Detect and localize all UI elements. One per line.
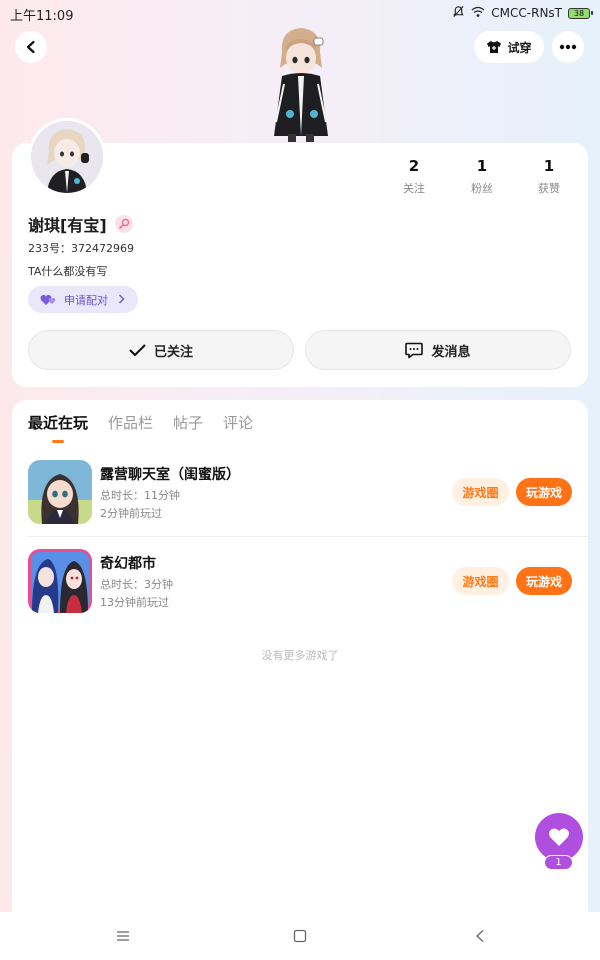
tab-recently-played[interactable]: 最近在玩 <box>28 412 88 433</box>
stat-following[interactable]: 2 关注 <box>384 157 444 196</box>
square-home-icon <box>293 929 307 943</box>
chevron-left-icon <box>26 40 35 54</box>
game-duration: 总时长：11分钟 <box>100 489 180 502</box>
more-button[interactable] <box>552 31 584 63</box>
user-bio: TA什么都没有写 <box>28 265 108 278</box>
game-last-played: 2分钟前玩过 <box>100 507 162 520</box>
stat-following-label: 关注 <box>403 182 425 195</box>
stat-likes[interactable]: 1 获赞 <box>519 157 579 196</box>
status-time: 上午11:09 <box>10 9 74 24</box>
heart-fab-button[interactable] <box>535 813 583 861</box>
chat-bubble-icon <box>405 342 424 358</box>
no-more-games-text: 没有更多游戏了 <box>261 649 339 662</box>
try-on-button[interactable]: 试穿 <box>474 31 544 63</box>
pair-request-label: 申请配对 <box>64 293 108 307</box>
chevron-right-icon <box>118 293 125 307</box>
game-last-played: 13分钟前玩过 <box>100 596 169 609</box>
system-nav-bar <box>0 912 600 960</box>
more-dots-icon <box>559 44 577 50</box>
user-avatar[interactable] <box>28 118 106 196</box>
back-nav-button[interactable] <box>470 926 490 946</box>
avatar-character-figure[interactable] <box>262 24 340 144</box>
row-divider <box>28 536 588 537</box>
stats-row: 2 关注 1 粉丝 1 获赞 <box>380 157 580 197</box>
game-icon[interactable] <box>28 549 92 613</box>
followed-button[interactable]: 已关注 <box>28 330 294 370</box>
heart-icon <box>549 828 569 846</box>
game-row[interactable]: 露营聊天室（闺蜜版） 总时长：11分钟 2分钟前玩过 游戏圈 玩游戏 <box>12 460 588 546</box>
menu-nav-button[interactable] <box>113 926 133 946</box>
stat-likes-label: 获赞 <box>538 182 560 195</box>
back-button[interactable] <box>15 31 47 63</box>
check-icon <box>129 344 146 356</box>
wifi-icon <box>471 6 485 21</box>
heart-count-badge: 1 <box>544 855 573 870</box>
female-badge-icon <box>114 215 133 233</box>
menu-icon <box>117 931 129 941</box>
pair-request-button[interactable]: 申请配对 <box>28 286 138 313</box>
tab-comments[interactable]: 评论 <box>223 412 253 433</box>
battery-icon: 38 <box>568 7 593 19</box>
triangle-back-icon <box>476 930 484 942</box>
game-duration: 总时长：3分钟 <box>100 578 173 591</box>
game-circle-button[interactable]: 游戏圈 <box>452 478 509 506</box>
status-icons: CMCC-RNsT 38 <box>452 5 593 21</box>
shirt-icon <box>487 41 502 53</box>
stat-fans-label: 粉丝 <box>471 182 493 195</box>
hearts-icon <box>40 294 56 305</box>
game-row[interactable]: 奇幻都市 总时长：3分钟 13分钟前玩过 游戏圈 玩游戏 <box>12 549 588 635</box>
game-icon[interactable] <box>28 460 92 524</box>
stat-following-value: 2 <box>408 157 420 175</box>
followed-label: 已关注 <box>153 344 193 360</box>
tab-works[interactable]: 作品栏 <box>108 412 153 433</box>
carrier-name: CMCC-RNsT <box>491 6 562 20</box>
stat-likes-value: 1 <box>543 157 555 175</box>
tab-posts[interactable]: 帖子 <box>173 412 203 433</box>
avatar-image <box>31 121 103 193</box>
mute-icon <box>452 5 465 21</box>
stat-fans[interactable]: 1 粉丝 <box>452 157 512 196</box>
try-on-label: 试穿 <box>507 40 532 55</box>
play-game-button[interactable]: 玩游戏 <box>516 567 572 595</box>
game-title: 露营聊天室（闺蜜版） <box>100 467 240 483</box>
play-game-button[interactable]: 玩游戏 <box>516 478 572 506</box>
name-row: 谢琪[有宝] <box>28 212 133 236</box>
stat-fans-value: 1 <box>476 157 488 175</box>
user-id: 233号：372472969 <box>28 242 134 255</box>
message-button[interactable]: 发消息 <box>305 330 571 370</box>
tab-indicator <box>52 440 64 443</box>
status-bar: 上午11:09 CMCC-RNsT 38 <box>0 0 600 26</box>
user-name: 谢琪[有宝] <box>28 216 107 235</box>
game-circle-button[interactable]: 游戏圈 <box>452 567 509 595</box>
profile-tabs: 最近在玩 作品栏 帖子 评论 <box>28 412 253 433</box>
game-title: 奇幻都市 <box>100 556 156 572</box>
message-label: 发消息 <box>431 344 471 360</box>
home-nav-button[interactable] <box>290 926 310 946</box>
